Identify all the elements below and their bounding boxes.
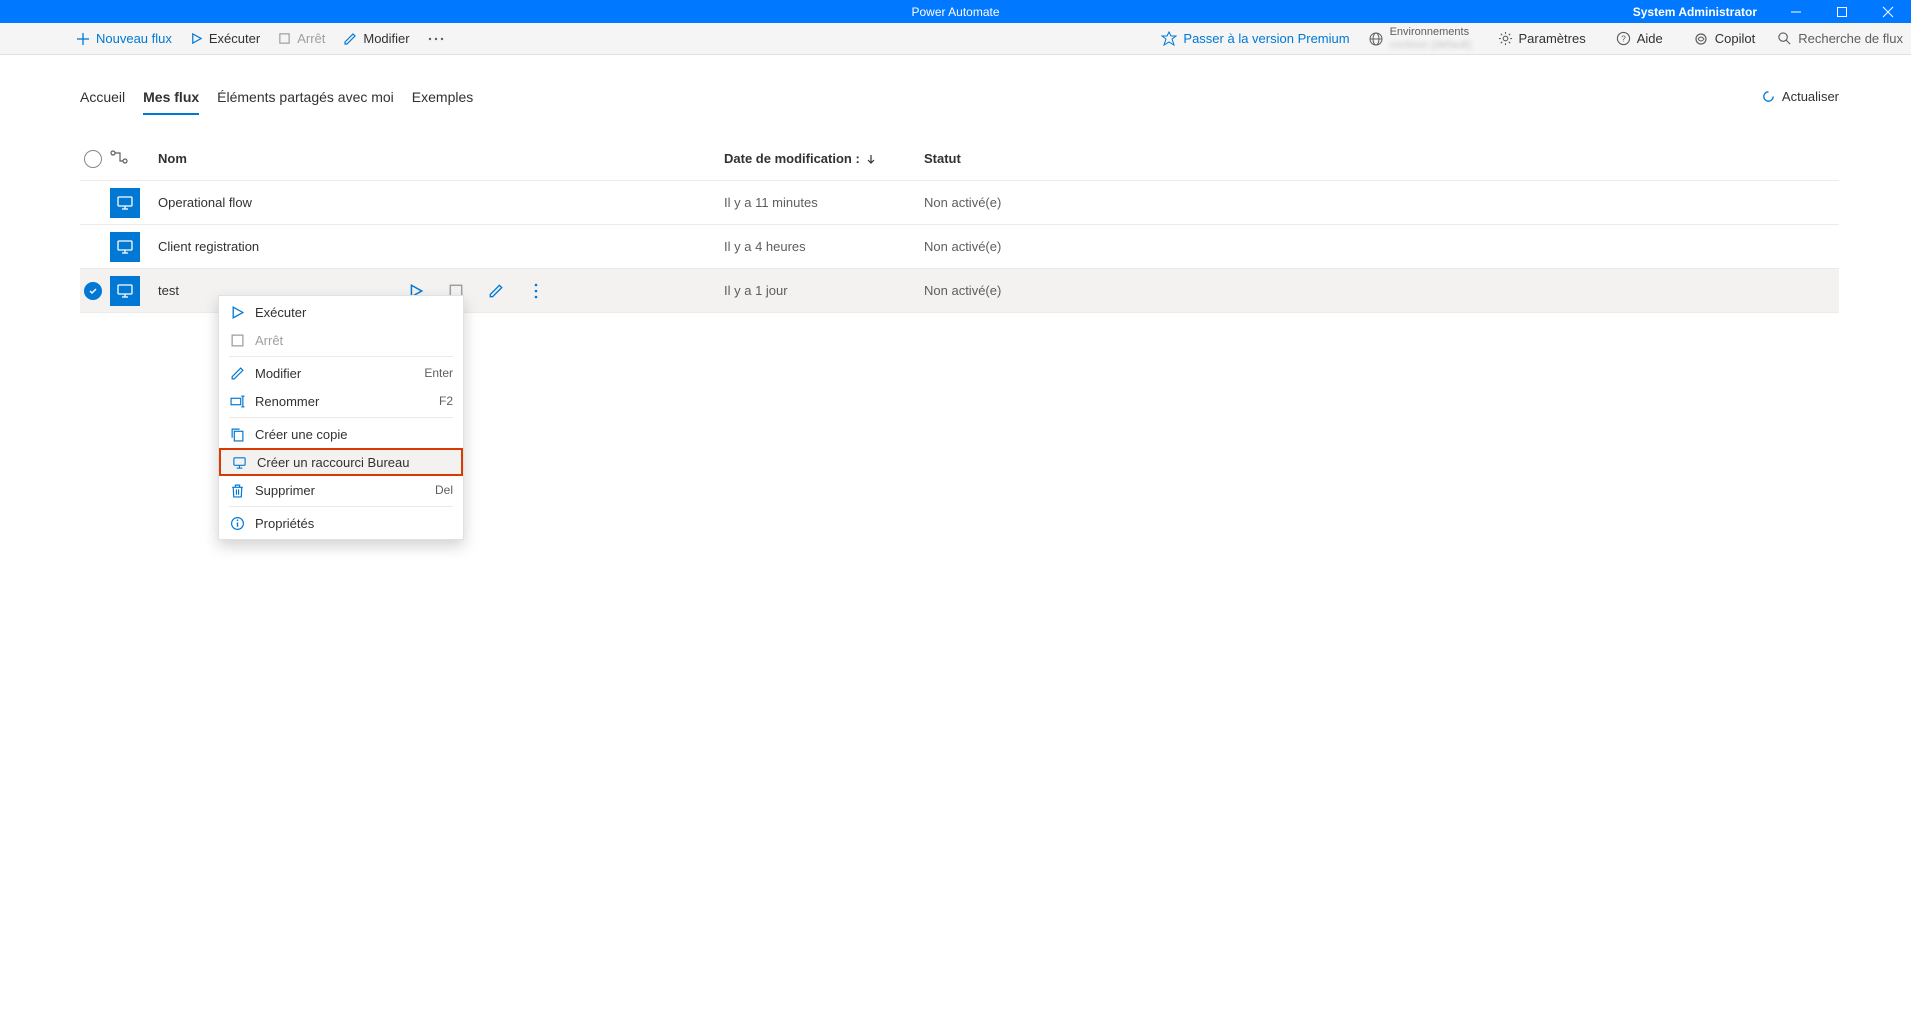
refresh-button[interactable]: Actualiser	[1761, 89, 1839, 104]
col-name-header[interactable]: Nom	[144, 151, 564, 166]
context-menu: Exécuter Arrêt Modifier Enter Renommer F…	[218, 295, 464, 540]
info-icon	[229, 515, 245, 531]
search-icon	[1777, 31, 1792, 46]
tab-my-flows[interactable]: Mes flux	[143, 89, 199, 115]
refresh-icon	[1761, 89, 1776, 104]
row-checkbox[interactable]	[84, 282, 102, 300]
new-flow-label: Nouveau flux	[96, 31, 172, 46]
menu-properties[interactable]: Propriétés	[219, 509, 463, 537]
grid-header: Nom Date de modification : Statut	[80, 137, 1839, 181]
copilot-label: Copilot	[1715, 31, 1755, 46]
tab-home[interactable]: Accueil	[80, 89, 125, 115]
trash-icon	[229, 482, 245, 498]
sort-down-icon	[866, 154, 876, 164]
menu-separator	[229, 356, 453, 357]
shortcut-label: Enter	[424, 366, 453, 380]
menu-create-shortcut[interactable]: Créer un raccourci Bureau	[219, 448, 463, 476]
copilot-button[interactable]: Copilot	[1685, 27, 1763, 51]
env-name: contoso (default)	[1390, 39, 1472, 51]
flow-status: Non activé(e)	[924, 195, 1839, 210]
copy-icon	[229, 426, 245, 442]
tabs: Accueil Mes flux Éléments partagés avec …	[80, 89, 473, 115]
user-name[interactable]: System Administrator	[1617, 5, 1773, 19]
rename-icon	[229, 393, 245, 409]
stop-label: Arrêt	[297, 31, 325, 46]
run-button[interactable]: Exécuter	[182, 27, 268, 50]
desktop-flow-icon	[110, 276, 140, 306]
premium-link[interactable]: Passer à la version Premium	[1161, 31, 1349, 47]
flow-modified: Il y a 1 jour	[724, 283, 924, 298]
stop-button: Arrêt	[270, 27, 333, 50]
new-flow-button[interactable]: Nouveau flux	[68, 27, 180, 50]
menu-separator	[229, 506, 453, 507]
flow-modified: Il y a 4 heures	[724, 239, 924, 254]
menu-rename[interactable]: Renommer F2	[219, 387, 463, 415]
pencil-icon	[229, 365, 245, 381]
menu-separator	[229, 417, 453, 418]
copilot-icon	[1693, 31, 1709, 47]
settings-button[interactable]: Paramètres	[1490, 27, 1594, 50]
col-status-header[interactable]: Statut	[924, 151, 1839, 166]
select-all-checkbox[interactable]	[84, 150, 102, 168]
flow-type-icon	[110, 150, 144, 167]
tab-shared[interactable]: Éléments partagés avec moi	[217, 89, 394, 115]
menu-edit[interactable]: Modifier Enter	[219, 359, 463, 387]
edit-label: Modifier	[363, 31, 409, 46]
stop-icon	[229, 332, 245, 348]
env-label: Environnements	[1390, 26, 1472, 38]
flow-modified: Il y a 11 minutes	[724, 195, 924, 210]
search-input[interactable]: Recherche de flux	[1777, 31, 1903, 46]
table-row[interactable]: Client registration Il y a 4 heures Non …	[80, 225, 1839, 269]
help-label: Aide	[1637, 31, 1663, 46]
desktop-flow-icon	[110, 188, 140, 218]
table-row[interactable]: Operational flow Il y a 11 minutes Non a…	[80, 181, 1839, 225]
more-button[interactable]	[420, 33, 452, 45]
environment-picker[interactable]: Environnements contoso (default)	[1364, 26, 1476, 50]
flow-name[interactable]: Client registration	[144, 239, 564, 254]
command-bar: Nouveau flux Exécuter Arrêt Modifier Pas…	[0, 23, 1911, 55]
col-modified-header[interactable]: Date de modification :	[724, 151, 924, 166]
menu-stop: Arrêt	[219, 326, 463, 354]
menu-delete[interactable]: Supprimer Del	[219, 476, 463, 504]
help-button[interactable]: ? Aide	[1608, 27, 1671, 50]
row-edit-button[interactable]	[488, 283, 504, 299]
titlebar: Power Automate System Administrator	[0, 0, 1911, 23]
desktop-icon	[231, 454, 247, 470]
refresh-label: Actualiser	[1782, 89, 1839, 104]
app-title: Power Automate	[911, 5, 999, 19]
flow-status: Non activé(e)	[924, 239, 1839, 254]
run-label: Exécuter	[209, 31, 260, 46]
svg-text:?: ?	[1621, 33, 1626, 43]
shortcut-label: F2	[439, 394, 453, 408]
minimize-button[interactable]	[1773, 0, 1819, 23]
row-more-button[interactable]	[528, 283, 544, 299]
close-button[interactable]	[1865, 0, 1911, 23]
gear-icon	[1498, 31, 1513, 46]
tab-examples[interactable]: Exemples	[412, 89, 473, 115]
flow-status: Non activé(e)	[924, 283, 1839, 298]
settings-label: Paramètres	[1519, 31, 1586, 46]
maximize-button[interactable]	[1819, 0, 1865, 23]
edit-button[interactable]: Modifier	[335, 27, 417, 50]
menu-run[interactable]: Exécuter	[219, 298, 463, 326]
desktop-flow-icon	[110, 232, 140, 262]
flow-name[interactable]: Operational flow	[144, 195, 564, 210]
menu-copy[interactable]: Créer une copie	[219, 420, 463, 448]
globe-icon	[1368, 31, 1384, 47]
help-icon: ?	[1616, 31, 1631, 46]
premium-label: Passer à la version Premium	[1183, 31, 1349, 46]
search-placeholder: Recherche de flux	[1798, 31, 1903, 46]
shortcut-label: Del	[435, 483, 453, 497]
play-icon	[229, 304, 245, 320]
flow-grid: Nom Date de modification : Statut Operat…	[80, 137, 1839, 313]
